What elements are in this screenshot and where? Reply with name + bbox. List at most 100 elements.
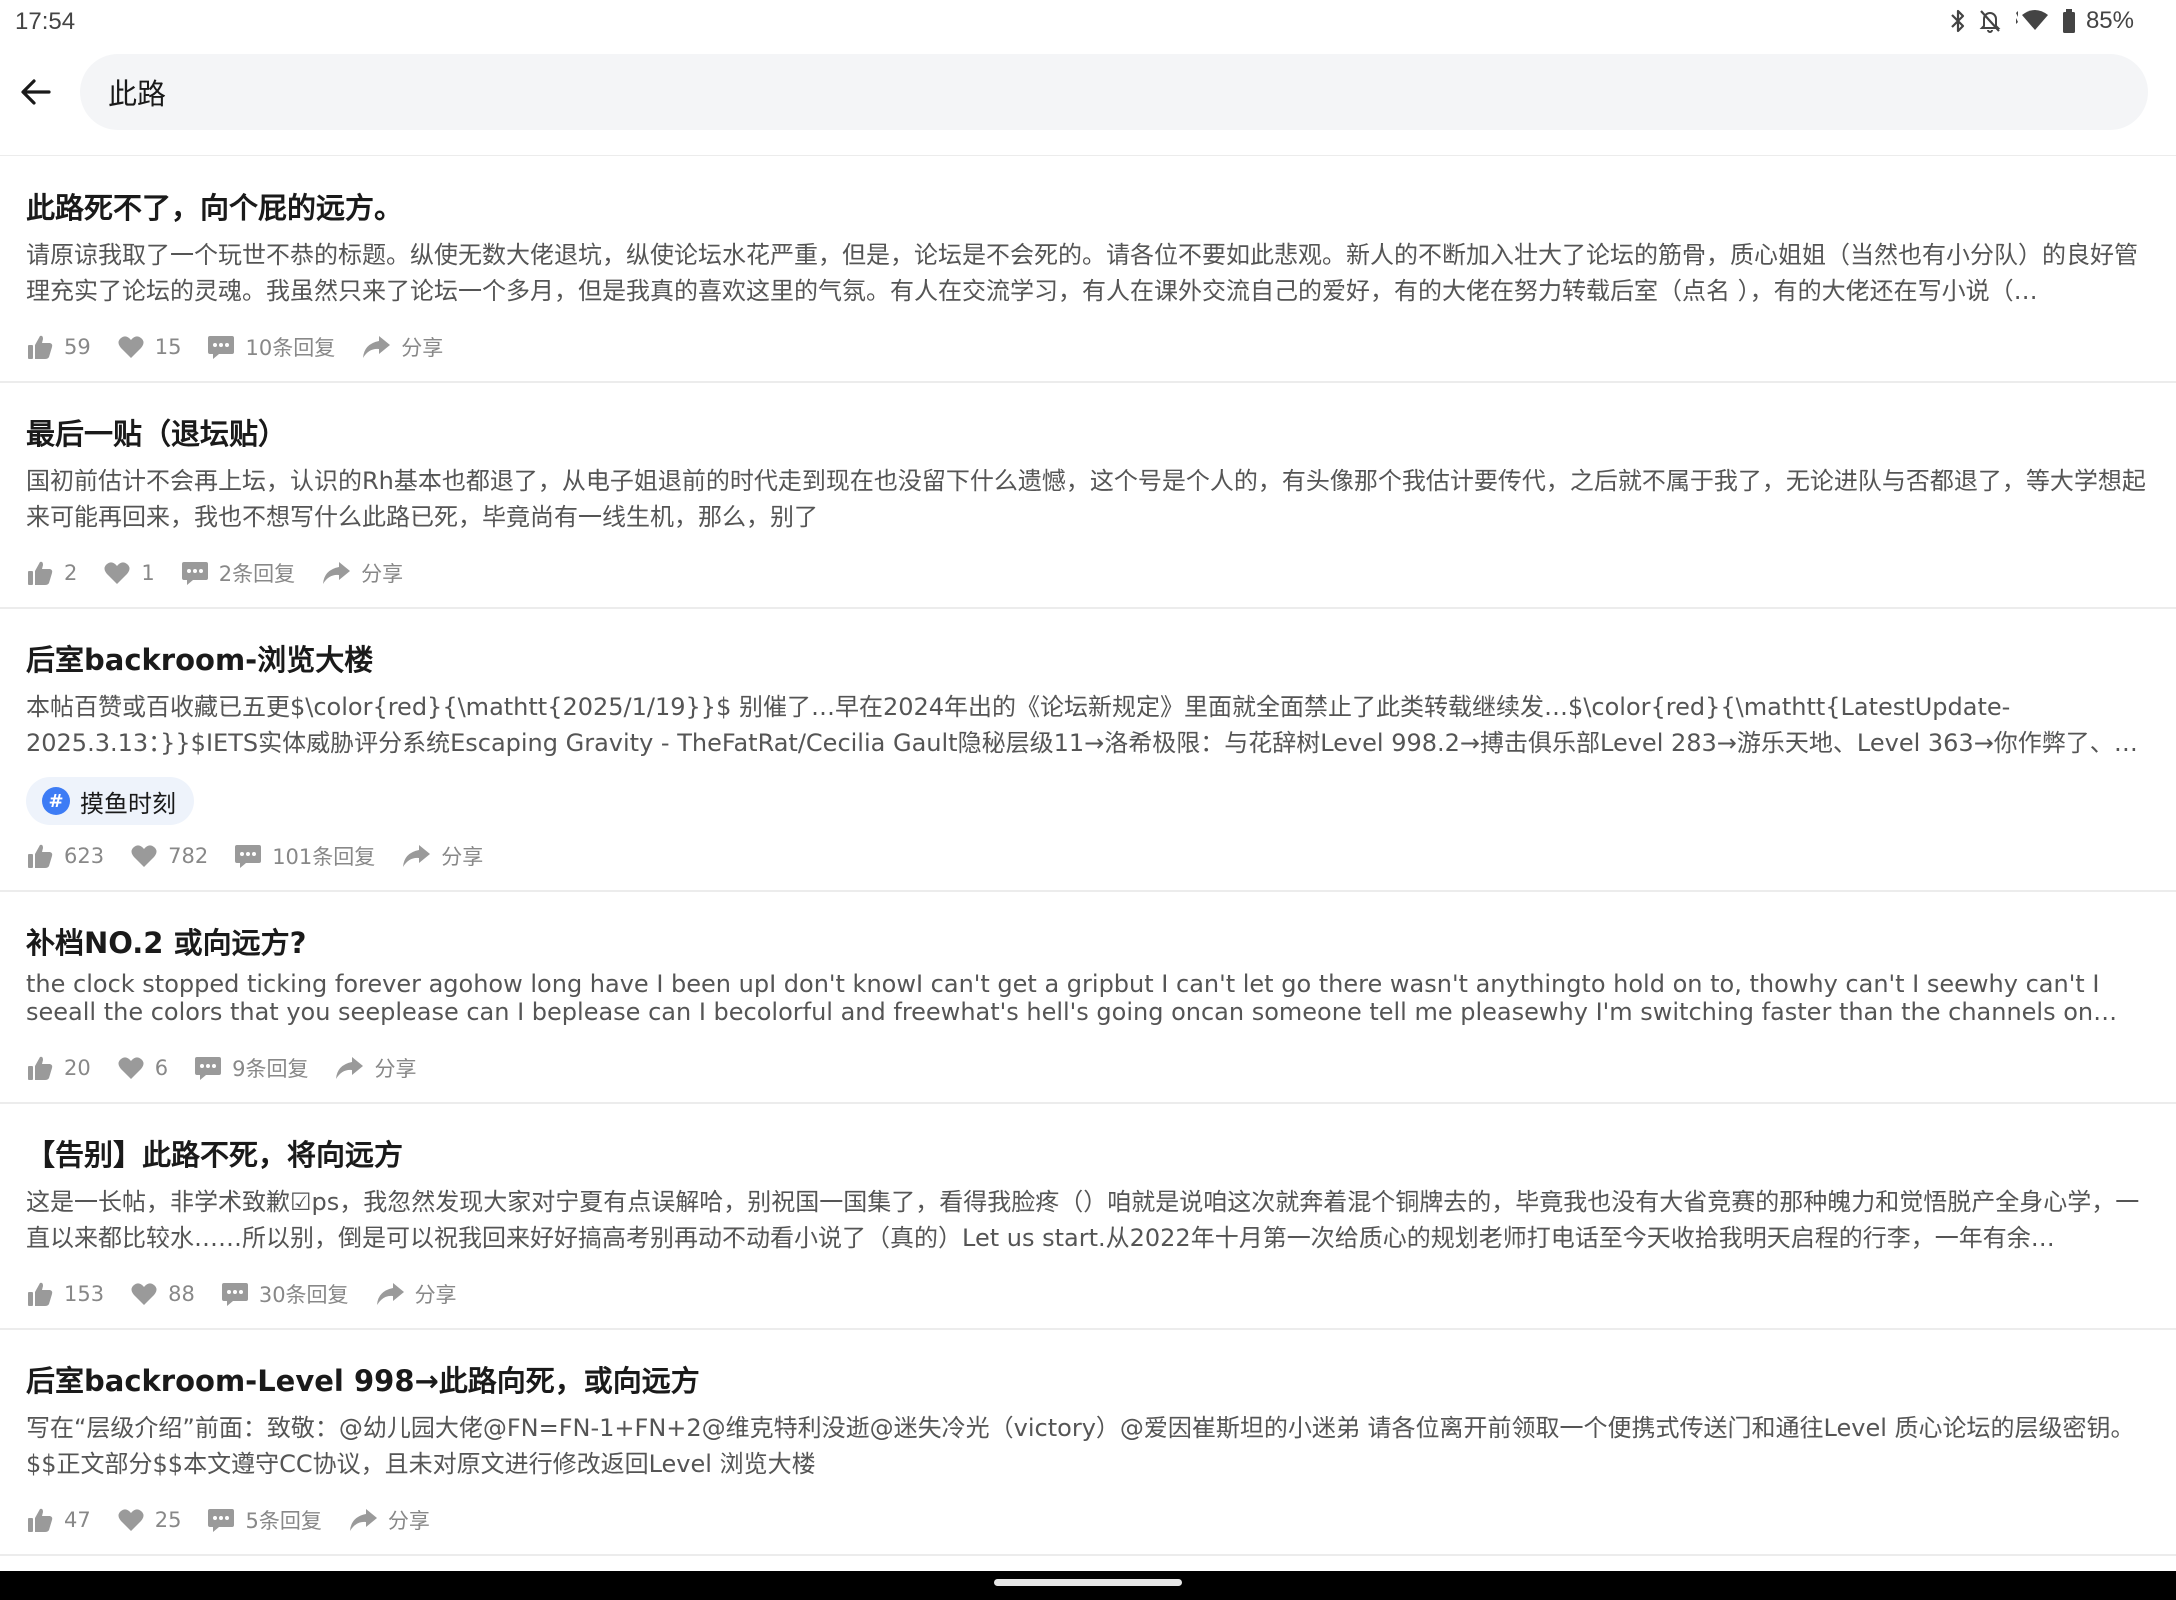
share-button[interactable]: 分享 [321, 558, 403, 588]
like-button[interactable]: 153 [26, 1280, 104, 1308]
favorite-count: 782 [168, 844, 209, 868]
post-actions: 623 782 101条回复 分享 [26, 838, 509, 874]
like-count: 2 [64, 561, 78, 585]
reply-count: 9条回复 [232, 1057, 309, 1081]
like-count: 20 [64, 1056, 91, 1080]
post-title[interactable]: 后室backroom-Level 998→此路向死，或向远方 [26, 1358, 700, 1400]
reply-count: 2条回复 [218, 562, 296, 586]
like-button[interactable]: 2 [26, 559, 77, 587]
comment-icon [235, 845, 262, 868]
like-count: 47 [64, 1508, 91, 1532]
post-item[interactable]: 后室backroom-Level 998→此路向死，或向远方 写在“层级介绍”前… [0, 1330, 2176, 1556]
post-title[interactable]: 此路死不了，向个屁的远方。 [26, 185, 403, 227]
bell-off-icon [1979, 10, 2001, 33]
post-actions: 59 15 10条回复 分享 [26, 329, 469, 365]
heart-icon [104, 562, 130, 584]
like-button[interactable]: 47 [26, 1506, 91, 1534]
share-button[interactable]: 分享 [361, 332, 443, 362]
home-gesture-handle[interactable] [994, 1579, 1182, 1586]
share-icon [323, 562, 351, 584]
share-button[interactable]: 分享 [401, 841, 483, 871]
share-label: 分享 [414, 1283, 457, 1307]
post-excerpt[interactable]: 这是一长帖，非学术致歉☑ps，我忽然发现大家对宁夏有点误解哈，别祝国一国集了，看… [26, 1184, 2148, 1256]
search-results-list: 此路死不了，向个屁的远方。 请原谅我取了一个玩世不恭的标题。纵使无数大佬退坑，纵… [0, 157, 2176, 1556]
post-excerpt[interactable]: the clock stopped ticking forever agohow… [26, 970, 2148, 1026]
battery-level: 85% [2085, 7, 2134, 34]
share-button[interactable]: 分享 [348, 1505, 430, 1535]
share-label: 分享 [401, 336, 444, 360]
reply-button[interactable]: 9条回复 [194, 1053, 308, 1083]
share-label: 分享 [361, 562, 404, 586]
heart-icon [118, 1057, 144, 1079]
thumbs-up-icon [28, 1508, 53, 1532]
comment-icon [181, 562, 208, 585]
topic-tag[interactable]: # 摸鱼时刻 [26, 777, 194, 825]
reply-button[interactable]: 30条回复 [221, 1279, 349, 1309]
favorite-button[interactable]: 88 [130, 1281, 195, 1307]
post-title[interactable]: 最后一贴（退坛贴） [26, 411, 287, 453]
post-actions: 20 6 9条回复 分享 [26, 1050, 442, 1086]
favorite-button[interactable]: 782 [130, 843, 208, 869]
reply-count: 30条回复 [258, 1283, 349, 1307]
search-header [0, 44, 2176, 156]
favorite-count: 25 [154, 1508, 182, 1532]
share-icon [403, 845, 431, 867]
heart-icon [118, 336, 144, 358]
reply-button[interactable]: 2条回复 [181, 558, 295, 588]
like-button[interactable]: 623 [26, 842, 104, 870]
favorite-button[interactable]: 6 [117, 1055, 168, 1081]
favorite-button[interactable]: 1 [103, 560, 155, 586]
heart-icon [118, 1509, 144, 1531]
favorite-button[interactable]: 25 [117, 1507, 182, 1533]
post-item[interactable]: 后室backroom-浏览大楼 本帖百赞或百收藏已五更$\color{red}{… [0, 609, 2176, 892]
heart-icon [131, 845, 157, 867]
post-title[interactable]: 补档NO.2 或向远方? [26, 920, 306, 962]
comment-icon [208, 336, 235, 359]
share-icon [363, 336, 391, 358]
favorite-button[interactable]: 15 [117, 334, 182, 360]
reply-button[interactable]: 10条回复 [207, 332, 335, 362]
thumbs-up-icon [28, 1056, 53, 1080]
arrow-left-icon [21, 79, 51, 105]
share-label: 分享 [441, 845, 484, 869]
reply-button[interactable]: 5条回复 [207, 1505, 322, 1535]
reply-count: 101条回复 [272, 845, 376, 869]
topic-tag-label: 摸鱼时刻 [80, 789, 176, 818]
post-excerpt[interactable]: 国初前估计不会再上坛，认识的Rh基本也都退了，从电子姐退前的时代走到现在也没留下… [26, 463, 2148, 535]
hashtag-icon: # [42, 787, 70, 815]
like-button[interactable]: 59 [26, 333, 91, 361]
share-button[interactable]: 分享 [375, 1279, 457, 1309]
post-excerpt[interactable]: 写在“层级介绍”前面：致敬：@幼儿园大佬@FN=FN-1+FN+2@维克特利没逝… [26, 1410, 2148, 1482]
post-title[interactable]: 后室backroom-浏览大楼 [26, 637, 373, 679]
post-excerpt[interactable]: 本帖百赞或百收藏已五更$\color{red}{\mathtt{2025/1/1… [26, 689, 2148, 761]
battery-icon [2062, 9, 2075, 33]
post-title[interactable]: 【告别】此路不死，将向远方 [26, 1132, 403, 1174]
like-count: 623 [64, 844, 105, 868]
favorite-count: 6 [154, 1056, 169, 1080]
reply-count: 5条回复 [245, 1509, 322, 1533]
search-box[interactable] [80, 54, 2148, 130]
status-time: 17:54 [15, 8, 76, 35]
post-item[interactable]: 此路死不了，向个屁的远方。 请原谅我取了一个玩世不恭的标题。纵使无数大佬退坑，纵… [0, 157, 2176, 383]
search-input[interactable] [108, 54, 2088, 130]
post-item[interactable]: 补档NO.2 或向远方? the clock stopped ticking f… [0, 892, 2176, 1104]
comment-icon [208, 1509, 235, 1532]
like-count: 153 [64, 1282, 105, 1306]
favorite-count: 88 [168, 1282, 195, 1306]
share-button[interactable]: 分享 [334, 1053, 416, 1083]
share-label: 分享 [387, 1509, 430, 1533]
share-icon [376, 1283, 404, 1305]
thumbs-up-icon [28, 561, 53, 585]
like-button[interactable]: 20 [26, 1054, 91, 1082]
post-item[interactable]: 最后一贴（退坛贴） 国初前估计不会再上坛，认识的Rh基本也都退了，从电子姐退前的… [0, 383, 2176, 609]
reply-button[interactable]: 101条回复 [234, 841, 375, 871]
post-actions: 153 88 30条回复 分享 [26, 1276, 483, 1312]
favorite-count: 15 [154, 335, 182, 359]
bluetooth-icon [1951, 9, 1965, 33]
post-item[interactable]: 【告别】此路不死，将向远方 这是一长帖，非学术致歉☑ps，我忽然发现大家对宁夏有… [0, 1104, 2176, 1330]
back-button[interactable] [12, 68, 60, 116]
like-count: 59 [64, 335, 91, 359]
favorite-count: 1 [141, 561, 155, 585]
post-excerpt[interactable]: 请原谅我取了一个玩世不恭的标题。纵使无数大佬退坑，纵使论坛水花严重，但是，论坛是… [26, 237, 2148, 309]
status-icons: 85% [1948, 6, 2134, 36]
